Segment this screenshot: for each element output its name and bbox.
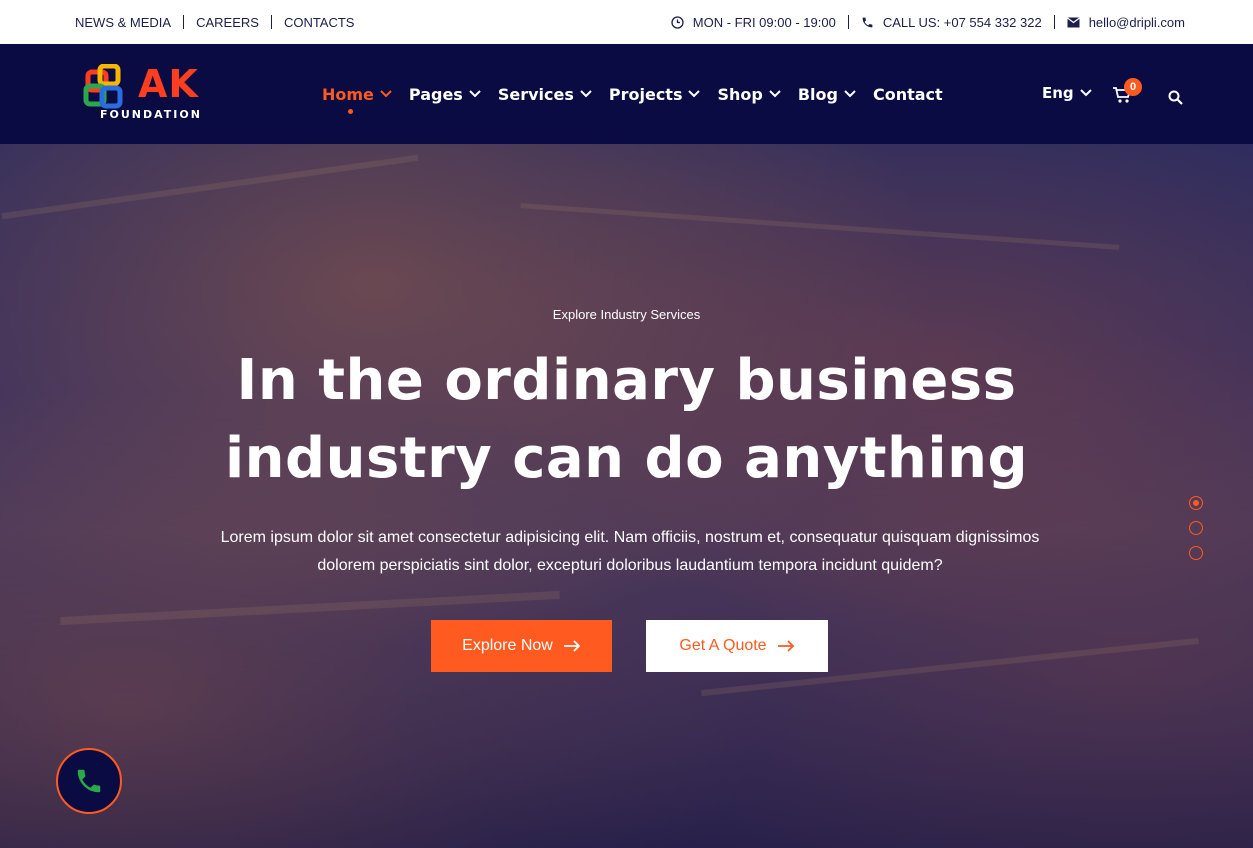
button-label: Explore Now xyxy=(462,637,553,654)
language-selector[interactable]: Eng xyxy=(1042,84,1092,102)
logo-subtext: FOUNDATION xyxy=(100,108,202,121)
nav-item-label: Pages xyxy=(408,84,463,104)
slide-dot-2[interactable] xyxy=(1189,521,1203,535)
phone-icon xyxy=(861,15,875,29)
main-navbar: AK FOUNDATION Home Pages Services Projec… xyxy=(0,44,1253,144)
nav-item-pages[interactable]: Pages xyxy=(409,85,481,104)
search-icon xyxy=(1168,90,1183,105)
contacts-link[interactable]: CONTACTS xyxy=(284,15,355,30)
search-button[interactable] xyxy=(1168,90,1184,106)
divider xyxy=(183,15,185,29)
nav-item-label: Projects xyxy=(608,84,683,104)
top-bar-info: MON - FRI 09:00 - 19:00 CALL US: +07 554… xyxy=(671,15,1185,30)
chevron-down-icon xyxy=(580,90,592,98)
phone-icon xyxy=(77,769,101,793)
divider xyxy=(270,15,272,29)
slider-pagination xyxy=(1189,496,1203,571)
logo-text: AK xyxy=(138,62,199,106)
hero-description: Lorem ipsum dolor sit amet consectetur a… xyxy=(160,524,1100,580)
call-us-link[interactable]: CALL US: +07 554 332 322 xyxy=(883,15,1042,30)
site-logo[interactable]: AK FOUNDATION xyxy=(82,62,222,126)
cart-count-badge: 0 xyxy=(1124,78,1142,96)
arrow-right-icon xyxy=(563,640,581,652)
top-bar-links: NEWS & MEDIA CAREERS CONTACTS xyxy=(75,15,354,30)
hero-description-line: dolorem perspiciatis sint dolor, exceptu… xyxy=(317,557,943,574)
hero-headline-line: In the ordinary business xyxy=(236,348,1017,413)
nav-item-shop[interactable]: Shop xyxy=(717,84,781,104)
primary-menu: Home Pages Services Projects Shop Blog C… xyxy=(322,44,960,144)
chevron-down-icon xyxy=(380,90,392,98)
business-hours: MON - FRI 09:00 - 19:00 xyxy=(692,14,836,30)
divider xyxy=(1053,15,1055,29)
language-label: Eng xyxy=(1042,84,1074,102)
button-label: Get A Quote xyxy=(679,637,767,654)
slide-dot-1[interactable] xyxy=(1189,496,1203,510)
nav-item-label: Blog xyxy=(797,84,838,104)
arrow-right-icon xyxy=(777,640,795,652)
chevron-down-icon xyxy=(1079,89,1092,97)
hero-headline: In the ordinary business industry can do… xyxy=(0,342,1253,498)
nav-item-blog[interactable]: Blog xyxy=(798,85,856,104)
nav-item-label: Shop xyxy=(717,84,763,104)
hero-headline-line: industry can do anything xyxy=(224,426,1029,491)
divider xyxy=(847,15,849,29)
news-media-link[interactable]: NEWS & MEDIA xyxy=(75,15,171,30)
email-link[interactable]: hello@dripli.com xyxy=(1089,15,1185,30)
nav-item-label: Contact xyxy=(872,84,943,104)
active-indicator xyxy=(348,108,353,114)
nav-item-contact[interactable]: Contact xyxy=(873,85,943,104)
slide-dot-3[interactable] xyxy=(1189,546,1203,560)
get-a-quote-button[interactable]: Get A Quote xyxy=(646,620,828,672)
clock-icon xyxy=(671,15,685,29)
nav-item-label: Home xyxy=(322,84,374,104)
chevron-down-icon xyxy=(688,90,701,98)
hero-eyebrow: Explore Industry Services xyxy=(552,307,701,322)
nav-item-label: Services xyxy=(497,84,574,104)
nav-item-projects[interactable]: Projects xyxy=(609,85,701,104)
cart-button[interactable]: 0 xyxy=(1112,78,1142,108)
envelope-icon xyxy=(1067,15,1081,29)
top-bar: NEWS & MEDIA CAREERS CONTACTS MON - FRI … xyxy=(0,0,1253,44)
careers-link[interactable]: CAREERS xyxy=(196,15,259,30)
chevron-down-icon xyxy=(844,90,856,98)
hero-description-line: Lorem ipsum dolor sit amet consectetur a… xyxy=(220,529,1040,546)
call-floating-button[interactable] xyxy=(56,748,122,814)
nav-item-home[interactable]: Home xyxy=(322,84,392,114)
hero-section: Explore Industry Services In the ordinar… xyxy=(0,144,1253,848)
explore-now-button[interactable]: Explore Now xyxy=(431,620,612,672)
nav-item-services[interactable]: Services xyxy=(498,85,592,104)
chevron-down-icon xyxy=(469,90,481,98)
chevron-down-icon xyxy=(769,90,781,98)
